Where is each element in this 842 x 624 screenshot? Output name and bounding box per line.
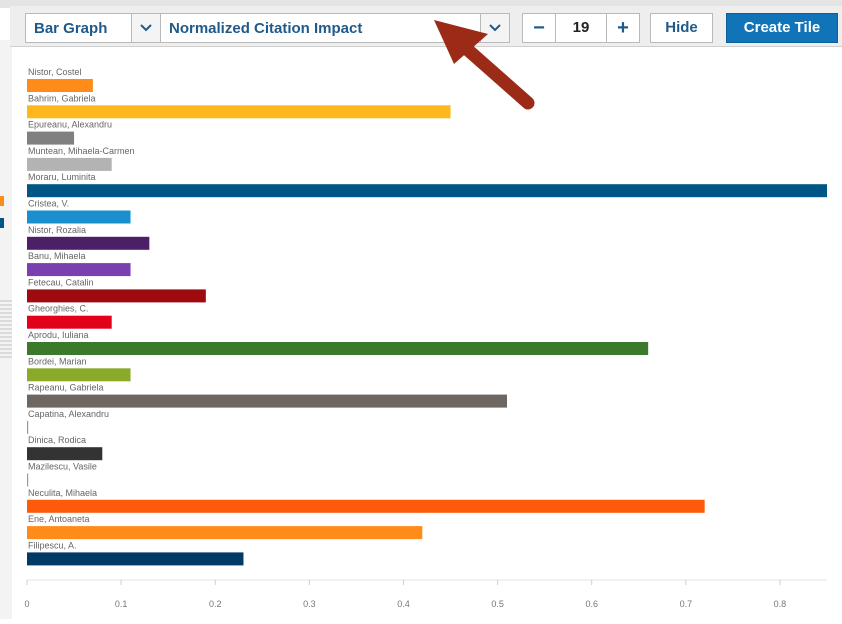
bar-label: Moraru, Luminita	[28, 172, 96, 182]
create-tile-label: Create Tile	[743, 19, 821, 36]
tick-label: 0.8	[774, 599, 787, 609]
plus-icon: +	[617, 17, 629, 39]
hide-label: Hide	[665, 19, 698, 36]
background-page-fragment	[0, 40, 12, 619]
bar[interactable]	[27, 131, 75, 145]
bar[interactable]	[27, 263, 131, 277]
bar-label: Aprodu, Iuliana	[28, 330, 89, 340]
bar-label: Epureanu, Alexandru	[28, 120, 112, 130]
bar-label: Bahrim, Gabriela	[28, 93, 96, 103]
background-marker	[0, 218, 4, 228]
bar[interactable]	[27, 105, 451, 119]
create-tile-button[interactable]: Create Tile	[726, 13, 838, 43]
minus-icon: −	[533, 17, 545, 39]
bar[interactable]	[27, 79, 93, 92]
bar[interactable]	[27, 368, 131, 382]
bar[interactable]	[27, 184, 827, 198]
chart-type-value: Bar Graph	[34, 20, 108, 37]
tick-label: 0.1	[115, 599, 128, 609]
bar-chart: Nistor, Costel Bahrim, Gabriela Epureanu, …	[12, 46, 842, 619]
bar[interactable]	[27, 289, 206, 303]
tick-label: 0.7	[680, 599, 693, 609]
bar[interactable]	[27, 236, 150, 250]
bar-label: Bordei, Marian	[28, 356, 87, 366]
bar-label: Fetecau, Catalin	[28, 277, 94, 287]
bar-label: Muntean, Mihaela-Carmen	[28, 146, 135, 156]
tile-toolbar: Bar Graph Normalized Citation Impact − 1…	[10, 6, 842, 47]
bar[interactable]	[27, 342, 649, 355]
bar[interactable]	[27, 210, 131, 224]
bar-label: Mazilescu, Vasile	[28, 462, 97, 472]
bar[interactable]	[27, 552, 244, 566]
metric-value: Normalized Citation Impact	[169, 20, 363, 37]
bar[interactable]	[27, 394, 507, 408]
metric-select[interactable]: Normalized Citation Impact	[160, 13, 510, 43]
bar-label: Gheorghies, C.	[28, 304, 89, 314]
increase-count-button[interactable]: +	[606, 13, 640, 43]
hide-button[interactable]: Hide	[650, 13, 713, 43]
bar-label: Rapeanu, Gabriela	[28, 383, 104, 393]
bar[interactable]	[27, 447, 103, 461]
bar-label: Capatina, Alexandru	[28, 409, 109, 419]
count-field[interactable]: 19	[555, 13, 607, 43]
chevron-down-icon[interactable]	[480, 14, 509, 42]
bar-label: Nistor, Costel	[28, 67, 82, 77]
chevron-down-icon[interactable]	[131, 14, 160, 42]
decrease-count-button[interactable]: −	[522, 13, 556, 43]
tick-label: 0.4	[397, 599, 410, 609]
tick-label: 0.3	[303, 599, 316, 609]
bar[interactable]	[27, 315, 112, 329]
bar-label: Dinica, Rodica	[28, 435, 86, 445]
bar-label: Cristea, V.	[28, 199, 69, 209]
bar-label: Nistor, Rozalia	[28, 225, 86, 235]
bar[interactable]	[27, 526, 423, 540]
tick-label: 0.5	[491, 599, 504, 609]
chart-type-select[interactable]: Bar Graph	[25, 13, 161, 43]
bar-label: Banu, Mihaela	[28, 251, 86, 261]
background-texture	[0, 300, 12, 360]
bar-chart-svg: Nistor, Costel Bahrim, Gabriela Epureanu, …	[24, 67, 827, 609]
count-value: 19	[572, 19, 590, 36]
background-marker	[0, 196, 4, 206]
bar[interactable]	[27, 473, 29, 487]
tick-label: 0	[24, 599, 29, 609]
bar-label: Ene, Antoaneta	[28, 514, 90, 524]
bar-label: Filipescu, A.	[28, 540, 77, 550]
bar[interactable]	[27, 499, 705, 513]
tick-label: 0.6	[585, 599, 598, 609]
bar-label: Neculita, Mihaela	[28, 488, 97, 498]
bar[interactable]	[27, 157, 112, 171]
bar[interactable]	[27, 420, 29, 434]
tick-label: 0.2	[209, 599, 222, 609]
